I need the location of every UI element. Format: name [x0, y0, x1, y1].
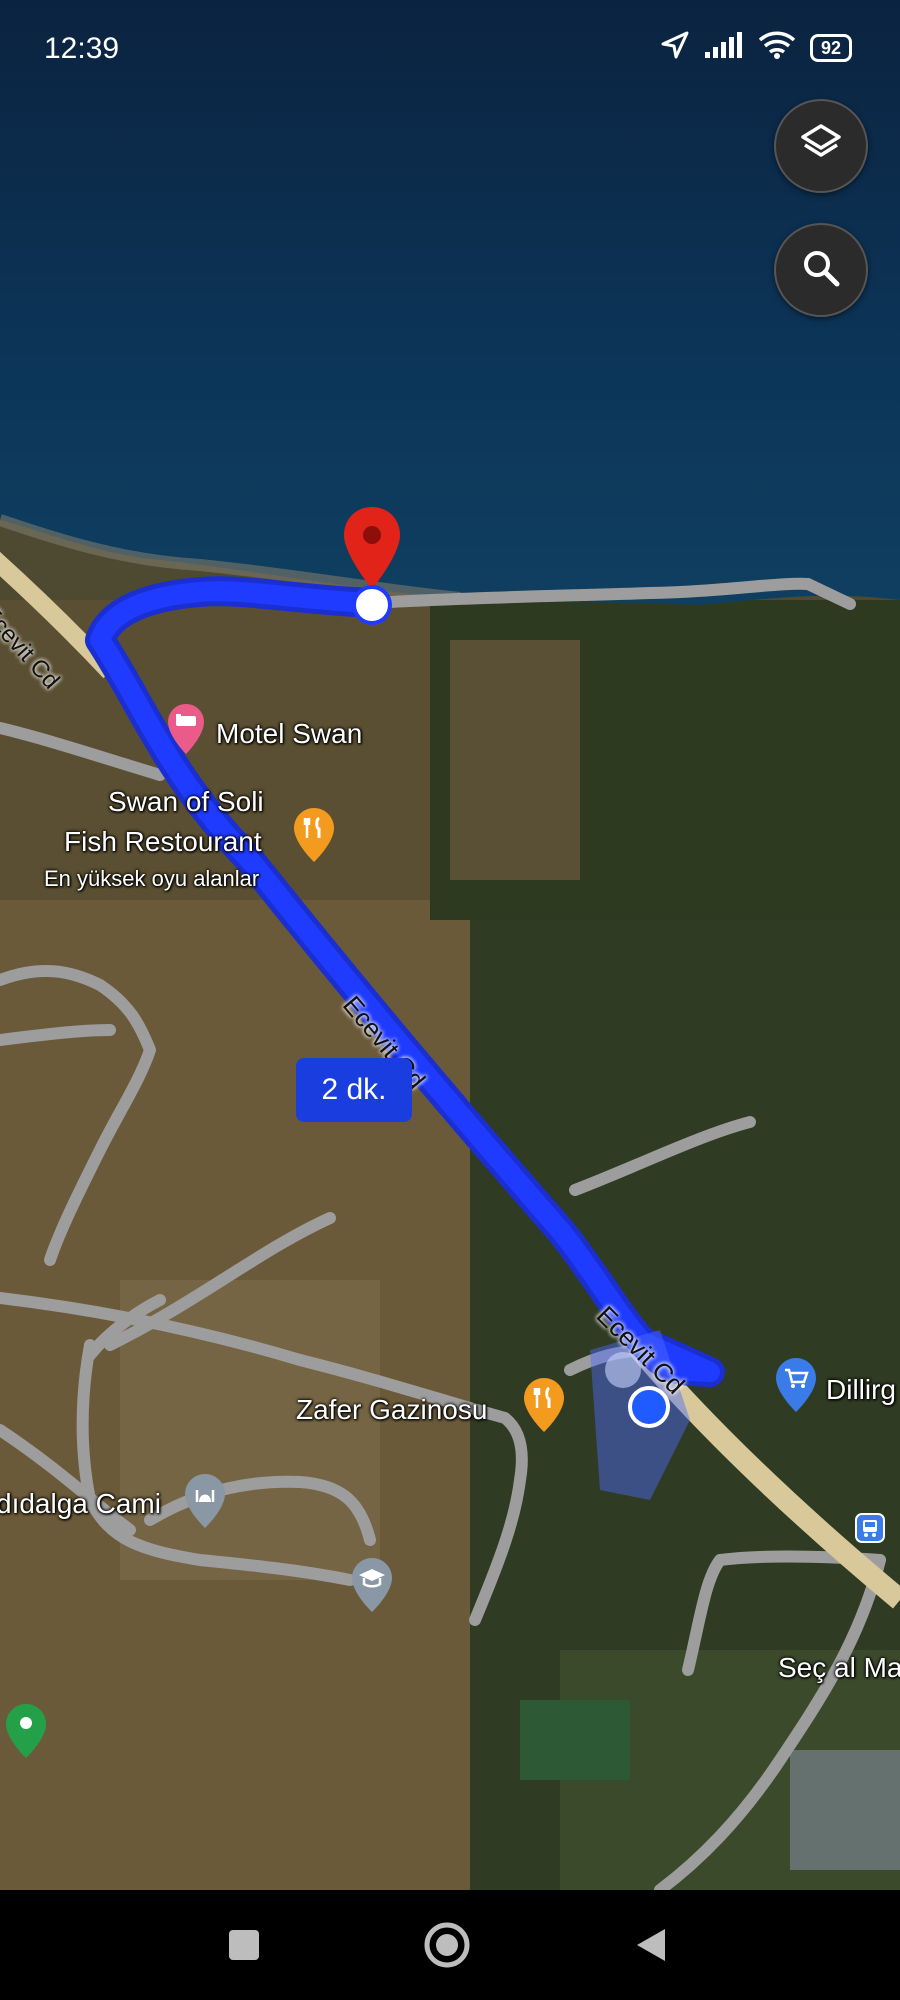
mosque-icon[interactable] [183, 1472, 227, 1537]
poi-label-mosque[interactable]: dıdalga Cami [0, 1488, 161, 1520]
poi-label-market[interactable]: Seç al Ma [778, 1652, 900, 1684]
green-pin-icon[interactable] [4, 1702, 48, 1767]
restaurant-icon[interactable] [522, 1376, 566, 1441]
route-start-marker [351, 584, 393, 631]
bus-stop-icon[interactable] [854, 1512, 886, 1549]
system-navigation-bar [0, 1890, 900, 2000]
restaurant-icon[interactable] [292, 806, 336, 871]
status-icons: 92 [660, 30, 852, 65]
poi-label-motel-swan[interactable]: Motel Swan [216, 718, 362, 750]
status-bar: 12:39 92 [0, 0, 900, 100]
poi-label-restaurant-name[interactable]: Swan of Soli [108, 786, 264, 818]
location-arrow-icon [660, 30, 690, 65]
shopping-cart-icon[interactable] [774, 1356, 818, 1421]
map-satellite-view[interactable] [0, 0, 900, 2000]
current-location-icon[interactable] [626, 1384, 672, 1435]
poi-label-restaurant-type[interactable]: Fish Restourant [64, 826, 262, 858]
home-button[interactable] [412, 1910, 482, 1980]
route-duration-badge[interactable]: 2 dk. [296, 1058, 412, 1122]
layers-button[interactable] [774, 99, 868, 193]
hotel-icon[interactable] [166, 702, 206, 763]
back-button[interactable] [616, 1910, 686, 1980]
wifi-icon [758, 31, 796, 64]
battery-indicator: 92 [809, 33, 852, 62]
signal-icon [704, 32, 744, 63]
layers-icon [798, 121, 844, 172]
school-icon[interactable] [350, 1556, 394, 1621]
poi-label-zafer-gazinosu[interactable]: Zafer Gazinosu [296, 1394, 487, 1426]
poi-label-shop[interactable]: Dillirg [826, 1374, 896, 1406]
search-icon [798, 245, 844, 296]
status-time: 12:39 [44, 32, 120, 65]
recent-apps-button[interactable] [209, 1910, 279, 1980]
search-button[interactable] [774, 223, 868, 317]
poi-label-restaurant-note: En yüksek oyu alanlar [44, 866, 260, 891]
